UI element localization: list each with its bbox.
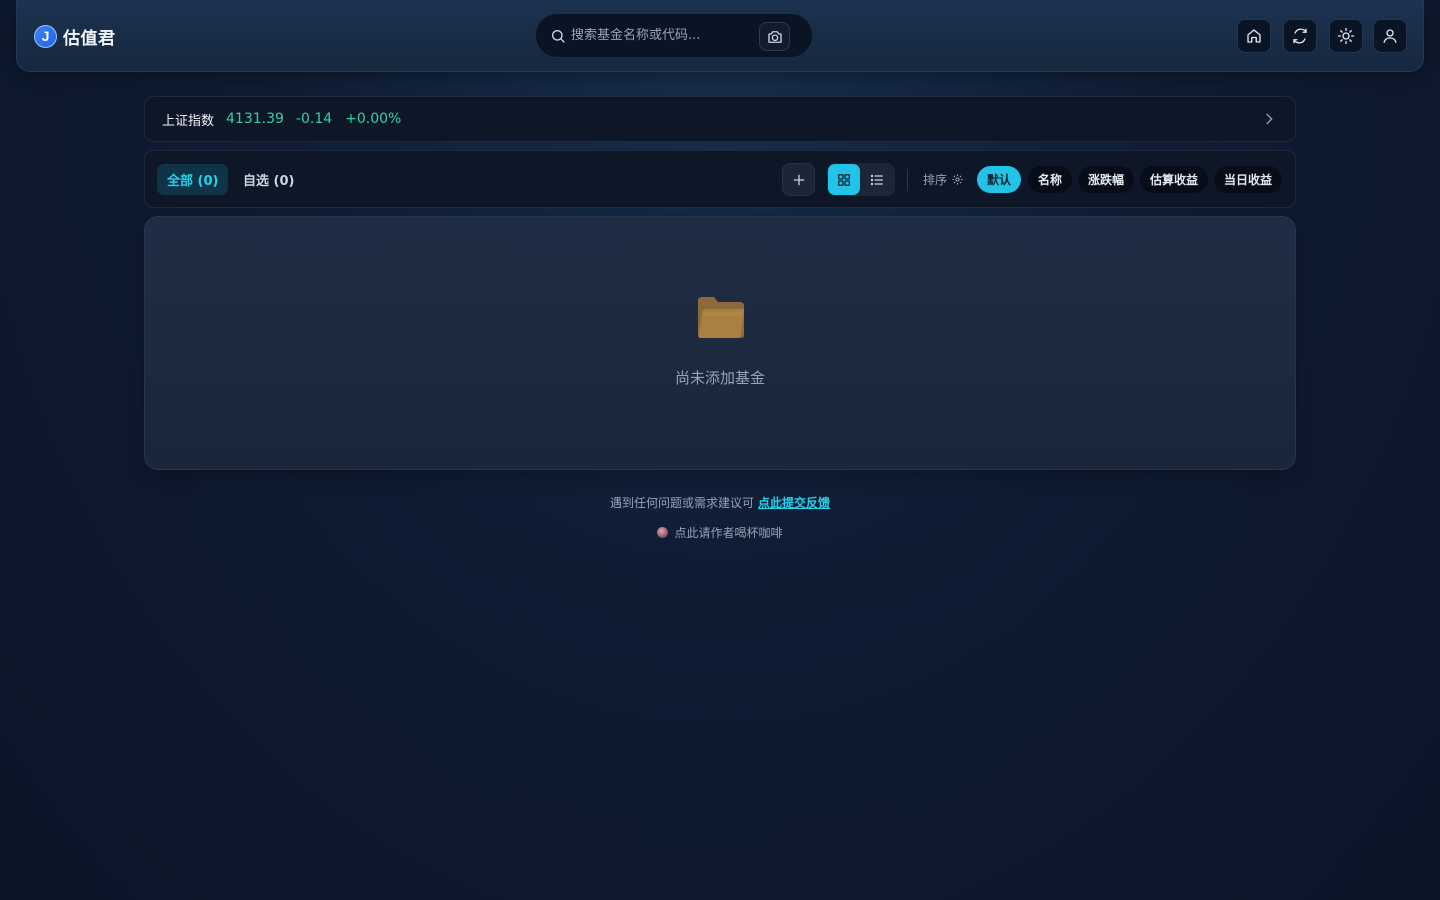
brand[interactable]: J 估值君 (34, 24, 116, 49)
tab-all[interactable]: 全部 (0) (157, 164, 229, 195)
user-button[interactable] (1373, 19, 1407, 53)
list-icon (870, 174, 883, 185)
filter-bar: 全部 (0) 自选 (0) 排序 默认 名称 涨跌幅 估算收益 当日收益 (144, 150, 1296, 208)
coffee-icon (657, 527, 669, 538)
feedback-link[interactable]: 点此提交反馈 (758, 496, 830, 510)
sort-label: 排序 (923, 173, 948, 187)
camera-button[interactable] (759, 22, 790, 51)
market-index-bar[interactable]: 上证指数 4131.39 -0.14 +0.00% (144, 96, 1296, 142)
app-name: 估值君 (63, 28, 116, 49)
add-fund-button[interactable] (782, 163, 815, 196)
chevron-right-icon[interactable] (1261, 111, 1277, 127)
refresh-button[interactable] (1283, 19, 1317, 53)
list-view-button[interactable] (861, 164, 893, 195)
sort-name[interactable]: 名称 (1028, 166, 1073, 193)
search-input[interactable] (571, 28, 751, 43)
sort-estimated-profit[interactable]: 估算收益 (1140, 166, 1209, 193)
index-change: -0.14 (295, 111, 333, 127)
tab-favorites[interactable]: 自选 (0) (233, 164, 304, 195)
divider (907, 169, 908, 191)
plus-icon (793, 174, 804, 185)
home-button[interactable] (1237, 19, 1271, 53)
index-change-pct: +0.00% (345, 111, 402, 127)
user-icon (1383, 29, 1397, 43)
folder-icon (698, 297, 745, 338)
home-icon (1247, 29, 1261, 43)
refresh-icon (1293, 28, 1307, 44)
fund-list-empty: 尚未添加基金 (144, 216, 1296, 470)
camera-icon (767, 30, 782, 43)
index-name: 上证指数 (162, 113, 215, 129)
sort-daily-profit[interactable]: 当日收益 (1214, 166, 1283, 193)
feedback-line: 遇到任何问题或需求建议可 点此提交反馈 (0, 494, 1440, 511)
search-icon (552, 29, 565, 43)
empty-message: 尚未添加基金 (674, 369, 765, 387)
sort-change[interactable]: 涨跌幅 (1078, 166, 1135, 193)
donate-text: 点此请作者喝杯咖啡 (674, 526, 783, 540)
feedback-prefix: 遇到任何问题或需求建议可 (609, 496, 754, 510)
theme-toggle-button[interactable] (1329, 19, 1363, 53)
grid-icon (838, 173, 850, 186)
view-toggle (827, 163, 895, 196)
sort-settings[interactable]: 排序 (923, 171, 964, 188)
sun-icon (1337, 27, 1355, 45)
gear-icon (952, 174, 963, 185)
sort-default[interactable]: 默认 (977, 166, 1022, 193)
donate-link[interactable]: 点此请作者喝杯咖啡 (0, 524, 1440, 541)
index-value: 4131.39 (226, 111, 284, 127)
grid-view-button[interactable] (828, 164, 860, 195)
top-header: J 估值君 (16, 0, 1424, 72)
logo-icon: J (34, 24, 57, 48)
search-bar (535, 13, 813, 58)
